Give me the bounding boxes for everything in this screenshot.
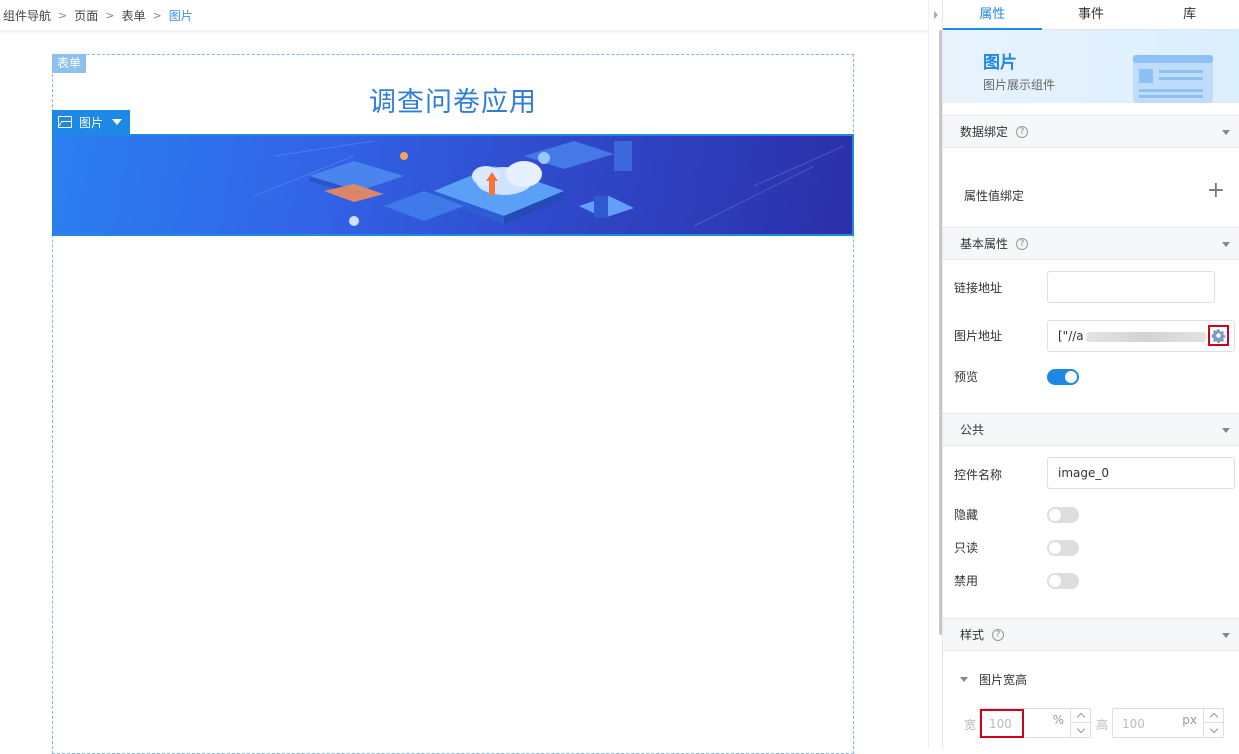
breadcrumb-item-image[interactable]: 图片 bbox=[169, 7, 193, 24]
tab-library[interactable]: 库 bbox=[1140, 0, 1239, 29]
height-unit: px bbox=[1182, 713, 1197, 727]
chevron-down-icon[interactable] bbox=[1222, 633, 1230, 638]
component-illustration-icon bbox=[1133, 55, 1213, 103]
help-icon[interactable]: ? bbox=[992, 628, 1005, 641]
image-component-tag[interactable]: 图片 bbox=[52, 110, 130, 134]
readonly-label: 只读 bbox=[954, 541, 979, 555]
hidden-label: 隐藏 bbox=[954, 508, 979, 522]
preview-label: 预览 bbox=[954, 370, 979, 384]
form-title[interactable]: 调查问卷应用 bbox=[52, 80, 854, 119]
chevron-down-icon[interactable] bbox=[1222, 428, 1230, 433]
chevron-down-icon[interactable] bbox=[1222, 130, 1230, 135]
control-name-label: 控件名称 bbox=[954, 468, 1003, 482]
caret-down-icon[interactable] bbox=[112, 119, 123, 125]
disabled-label: 禁用 bbox=[954, 574, 979, 588]
width-label: 宽 bbox=[964, 718, 977, 732]
section-title: 数据绑定 bbox=[960, 125, 1009, 139]
disabled-toggle[interactable] bbox=[1047, 573, 1079, 589]
control-name-input[interactable]: image_0 bbox=[1047, 457, 1235, 489]
caret-down-icon bbox=[960, 677, 968, 682]
section-common[interactable]: 公共 bbox=[943, 413, 1239, 446]
height-value: 100 bbox=[1122, 717, 1145, 731]
height-label: 高 bbox=[1096, 718, 1109, 732]
breadcrumb: 组件导航 > 页面 > 表单 > 图片 bbox=[0, 0, 928, 30]
image-tag-label: 图片 bbox=[79, 115, 104, 130]
form-tag[interactable]: 表单 bbox=[52, 54, 87, 73]
image-src-value: ["//a bbox=[1058, 329, 1084, 343]
hidden-toggle[interactable] bbox=[1047, 507, 1079, 523]
stepper-up-icon[interactable] bbox=[1071, 709, 1090, 723]
image-banner[interactable] bbox=[52, 134, 854, 236]
section-style[interactable]: 样式 ? bbox=[943, 618, 1239, 651]
stepper-down-icon[interactable] bbox=[1204, 723, 1223, 737]
height-stepper[interactable] bbox=[1203, 708, 1224, 738]
component-description: 图片展示组件 bbox=[983, 78, 1056, 92]
height-input[interactable]: 100 px bbox=[1112, 708, 1204, 738]
property-binding-label: 属性值绑定 bbox=[964, 189, 1025, 203]
section-title: 公共 bbox=[960, 423, 985, 437]
width-highlight-box bbox=[980, 709, 1024, 738]
section-basic-properties[interactable]: 基本属性 ? bbox=[943, 227, 1239, 260]
caret-right-icon[interactable] bbox=[934, 11, 938, 19]
panel-tabs: 属性 事件 库 bbox=[943, 0, 1239, 30]
image-src-input[interactable]: ["//a bbox=[1047, 320, 1235, 352]
chevron-right-icon: > bbox=[58, 8, 68, 22]
image-src-settings-button[interactable] bbox=[1208, 325, 1229, 346]
link-url-input[interactable] bbox=[1047, 271, 1215, 303]
tab-events[interactable]: 事件 bbox=[1042, 0, 1141, 29]
component-header: 图片 图片展示组件 bbox=[943, 30, 1239, 103]
chevron-down-icon[interactable] bbox=[1222, 242, 1230, 247]
redacted-url bbox=[1085, 331, 1206, 342]
section-title: 样式 bbox=[960, 628, 985, 642]
gear-icon bbox=[1211, 328, 1226, 343]
design-canvas: 组件导航 > 页面 > 表单 > 图片 表单 调查问卷应用 图片 bbox=[0, 0, 928, 754]
image-icon bbox=[58, 116, 72, 128]
chevron-right-icon: > bbox=[105, 8, 115, 22]
link-url-label: 链接地址 bbox=[954, 281, 1003, 295]
component-name: 图片 bbox=[983, 53, 1017, 73]
tab-properties[interactable]: 属性 bbox=[943, 0, 1042, 30]
breadcrumb-item-nav[interactable]: 组件导航 bbox=[3, 7, 51, 24]
image-size-group-header[interactable]: 图片宽高 bbox=[960, 671, 1027, 688]
section-title: 基本属性 bbox=[960, 237, 1009, 251]
stepper-down-icon[interactable] bbox=[1071, 723, 1090, 737]
breadcrumb-item-form[interactable]: 表单 bbox=[121, 7, 145, 24]
help-icon[interactable]: ? bbox=[1016, 237, 1029, 250]
stepper-up-icon[interactable] bbox=[1204, 709, 1223, 723]
breadcrumb-item-page[interactable]: 页面 bbox=[74, 7, 98, 24]
image-src-label: 图片地址 bbox=[954, 329, 1003, 343]
width-stepper[interactable] bbox=[1070, 708, 1091, 738]
image-size-title: 图片宽高 bbox=[979, 673, 1028, 687]
property-panel: 属性 事件 库 图片 图片展示组件 数据绑定 ? 属性值绑定 + 基本属性 ? … bbox=[942, 0, 1239, 748]
chevron-right-icon: > bbox=[152, 8, 162, 22]
isometric-tech-illustration bbox=[253, 140, 845, 227]
add-binding-button[interactable]: + bbox=[1207, 180, 1225, 202]
readonly-toggle[interactable] bbox=[1047, 540, 1079, 556]
width-unit: % bbox=[1052, 713, 1064, 727]
preview-toggle[interactable] bbox=[1047, 369, 1079, 385]
help-icon[interactable]: ? bbox=[1016, 125, 1029, 138]
section-data-binding[interactable]: 数据绑定 ? bbox=[943, 115, 1239, 148]
